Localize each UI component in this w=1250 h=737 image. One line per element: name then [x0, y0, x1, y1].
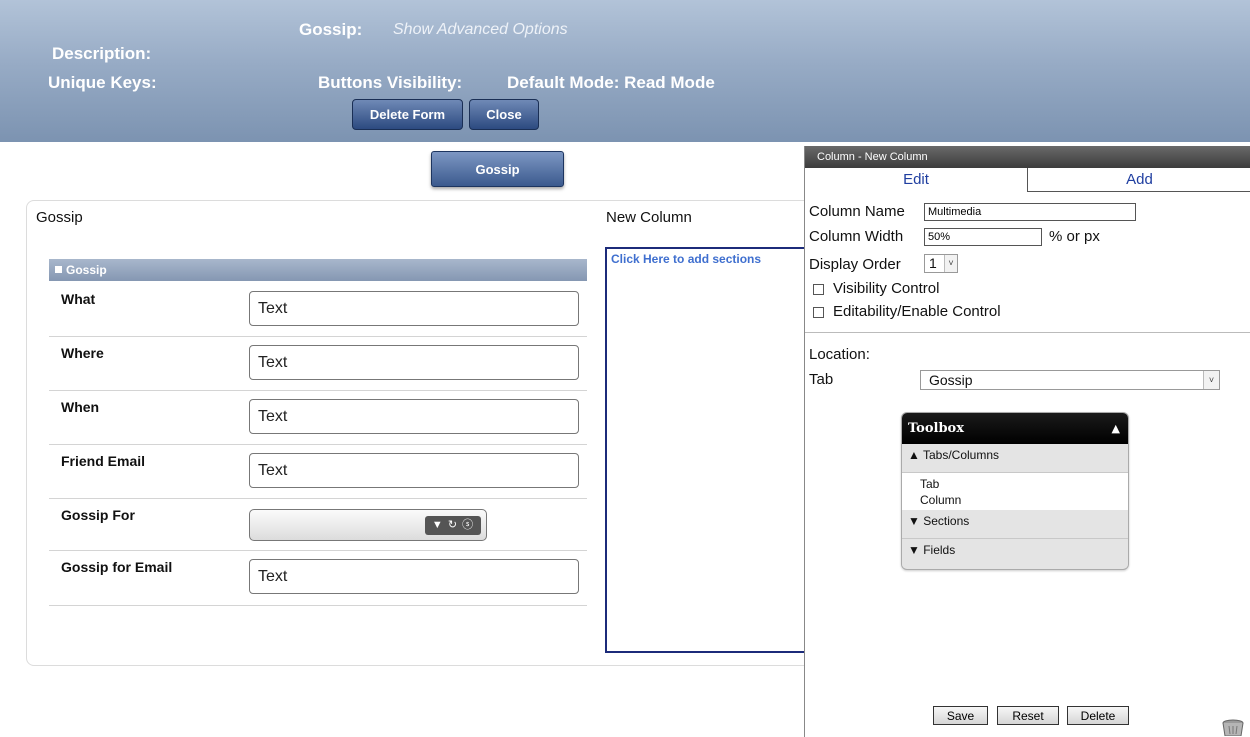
form-header: Gossip: Show Advanced Options Descriptio…	[0, 0, 1250, 142]
toolbox-header[interactable]: Toolbox ▲	[902, 413, 1128, 444]
default-mode-label: Default Mode: Read Mode	[507, 73, 715, 92]
save-button[interactable]: Save	[933, 706, 988, 725]
trash-icon[interactable]	[1221, 718, 1245, 737]
column-title-gossip[interactable]: Gossip	[36, 209, 83, 226]
column-title-new-column[interactable]: New Column	[606, 209, 692, 226]
width-unit-hint: % or px	[1049, 228, 1100, 245]
field-label-when: When	[61, 399, 100, 415]
field-label-gossip-for: Gossip For	[61, 507, 135, 523]
field-label-friend-email: Friend Email	[61, 453, 146, 469]
section-header-gossip[interactable]: Gossip	[49, 259, 587, 281]
column-width-label: Column Width	[809, 228, 904, 245]
column-name-label: Column Name	[809, 203, 905, 220]
field-row-where[interactable]: Where	[49, 337, 587, 391]
unique-keys-label: Unique Keys:	[48, 73, 157, 92]
field-row-what[interactable]: What	[49, 283, 587, 337]
editability-control-checkbox[interactable]	[813, 307, 824, 318]
show-advanced-options-link[interactable]: Show Advanced Options	[393, 21, 568, 39]
visibility-control-label: Visibility Control	[833, 280, 940, 297]
column-width-input[interactable]	[924, 228, 1042, 246]
tab-select-label: Tab	[809, 371, 834, 388]
field-label-what: What	[61, 291, 96, 307]
gossip-for-email-input[interactable]	[249, 559, 579, 594]
collapse-up-icon[interactable]: ▲	[1112, 413, 1120, 444]
column-properties-panel: Column - New Column Edit Add Column Name…	[804, 146, 1250, 737]
toolbox-title: Toolbox	[908, 421, 964, 436]
form-name-label: Gossip:	[299, 20, 363, 39]
location-label: Location:	[809, 346, 870, 363]
tab-gossip[interactable]: Gossip	[431, 151, 564, 187]
chevron-down-icon[interactable]: ˅	[944, 255, 957, 272]
toolbox-item-tab[interactable]: Tab	[920, 476, 1128, 492]
tab-select[interactable]: Gossip ˅	[920, 370, 1220, 390]
buttons-visibility-label: Buttons Visibility:	[318, 73, 463, 92]
gossip-for-lookup[interactable]: ▼ ↻ ⓢ	[249, 509, 487, 541]
visibility-control-checkbox[interactable]	[813, 284, 824, 295]
reset-button[interactable]: Reset	[997, 706, 1059, 725]
toolbox-items: Tab Column	[902, 473, 1128, 510]
delete-form-button[interactable]: Delete Form	[352, 99, 463, 130]
description-label: Description:	[52, 44, 152, 63]
field-label-gossip-for-email: Gossip for Email	[61, 559, 173, 575]
toolbox: Toolbox ▲ ▲ Tabs/Columns Tab Column ▼ Se…	[901, 412, 1129, 570]
toolbox-item-column[interactable]: Column	[920, 492, 1128, 508]
column-name-input[interactable]	[924, 203, 1136, 221]
tabs-columns-group[interactable]: ▲ Tabs/Columns	[902, 444, 1128, 473]
close-button[interactable]: Close	[469, 99, 539, 130]
divider	[805, 332, 1250, 333]
panel-title: Column - New Column	[805, 146, 1250, 168]
display-order-label: Display Order	[809, 256, 901, 273]
display-order-value: 1	[929, 255, 937, 271]
when-input[interactable]	[249, 399, 579, 434]
add-sections-link[interactable]: Click Here to add sections	[611, 252, 761, 266]
collapse-icon[interactable]	[55, 266, 62, 273]
sections-group[interactable]: ▼ Sections	[902, 510, 1128, 539]
field-row-gossip-for[interactable]: Gossip For ▼ ↻ ⓢ	[49, 499, 587, 551]
where-input[interactable]	[249, 345, 579, 380]
chevron-down-icon[interactable]: ˅	[1203, 371, 1219, 389]
lookup-controls-icon[interactable]: ▼ ↻ ⓢ	[425, 516, 481, 535]
fields-group[interactable]: ▼ Fields	[902, 539, 1128, 568]
panel-tabs: Edit Add	[805, 168, 1250, 192]
delete-button[interactable]: Delete	[1067, 706, 1129, 725]
tab-add[interactable]: Add	[1028, 168, 1250, 192]
new-column-dropzone[interactable]: Click Here to add sections	[605, 247, 817, 653]
field-row-when[interactable]: When	[49, 391, 587, 445]
field-row-friend-email[interactable]: Friend Email	[49, 445, 587, 499]
friend-email-input[interactable]	[249, 453, 579, 488]
tab-edit[interactable]: Edit	[805, 168, 1028, 192]
what-input[interactable]	[249, 291, 579, 326]
field-label-where: Where	[61, 345, 104, 361]
display-order-select[interactable]: 1 ˅	[924, 254, 958, 273]
section-title: Gossip	[66, 263, 107, 277]
tab-select-value: Gossip	[929, 372, 973, 388]
field-row-gossip-for-email[interactable]: Gossip for Email	[49, 551, 587, 606]
editability-control-label: Editability/Enable Control	[833, 303, 1001, 320]
